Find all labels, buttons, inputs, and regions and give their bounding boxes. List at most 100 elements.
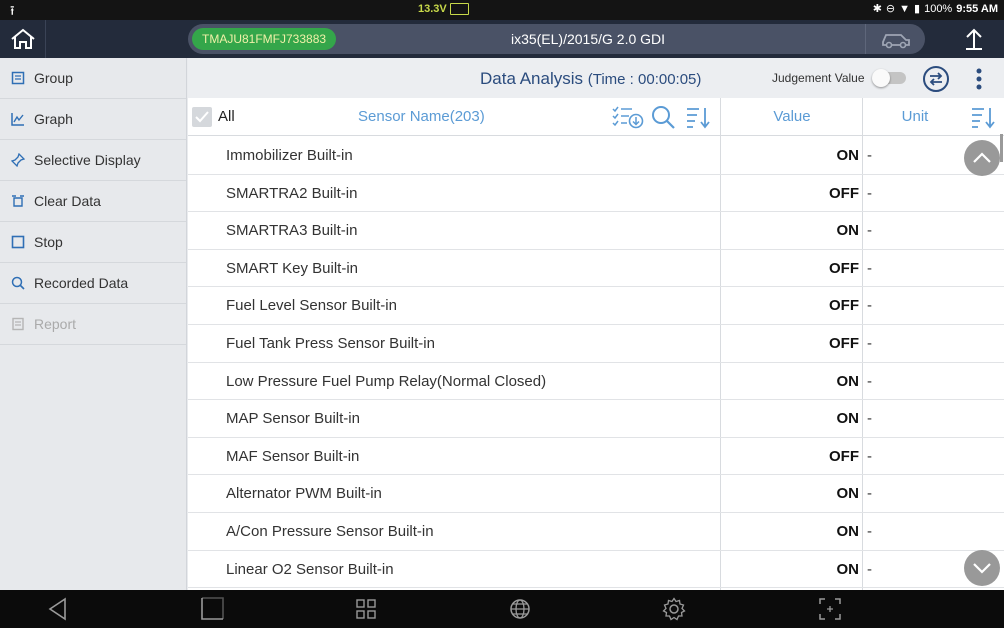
more-menu-button[interactable] <box>972 65 986 93</box>
sidebar-item-clear-data[interactable]: Clear Data <box>0 181 186 222</box>
wifi-icon: ▼ <box>899 3 911 15</box>
sidebar-item-label: Clear Data <box>34 193 101 209</box>
vehicle-select-button[interactable] <box>865 24 925 54</box>
grid-icon <box>356 599 376 619</box>
title-bar: TMAJU81FMFJ733883 ix35(EL)/2015/G 2.0 GD… <box>0 20 1004 58</box>
scroll-up-button[interactable] <box>964 140 1000 176</box>
sidebar-item-recorded-data[interactable]: Recorded Data <box>0 263 186 304</box>
judgement-value-toggle[interactable] <box>872 69 906 87</box>
sync-button[interactable] <box>922 65 950 93</box>
more-vertical-icon <box>976 68 982 90</box>
table-row[interactable]: Immobilizer Built-in ON - <box>188 137 1004 175</box>
sidebar-item-report[interactable]: Report <box>0 304 186 345</box>
recorded-icon <box>10 276 25 291</box>
table-row[interactable]: SMARTRA2 Built-in OFF - <box>188 175 1004 213</box>
car-icon <box>881 34 910 49</box>
data-analysis-panel: Data Analysis (Time : 00:00:05) Judgemen… <box>188 58 1004 590</box>
sensor-value: ON <box>836 522 860 540</box>
table-row[interactable]: MAP Sensor Built-in ON - <box>188 400 1004 438</box>
sensor-table-body: Immobilizer Built-in ON - SMARTRA2 Built-i… <box>188 137 1004 589</box>
sidebar-item-label: Selective Display <box>34 152 141 168</box>
sidebar-item-stop[interactable]: Stop <box>0 222 186 263</box>
sensor-unit: - <box>867 372 872 390</box>
table-header: All Sensor Name(203) Value Unit <box>188 98 1004 136</box>
toggle-knob <box>872 69 890 87</box>
sensor-value: OFF <box>829 447 859 465</box>
sidebar-item-graph[interactable]: Graph <box>0 99 186 140</box>
sensor-value: OFF <box>829 184 859 202</box>
table-row[interactable]: SMART Key Built-in OFF - <box>188 250 1004 288</box>
elapsed-time: (Time : 00:00:05) <box>587 71 702 88</box>
search-button[interactable] <box>651 105 677 129</box>
recent-apps-button[interactable] <box>198 596 226 622</box>
table-row[interactable]: Low Pressure Fuel Pump Relay(Normal Clos… <box>188 363 1004 401</box>
upload-arrow-icon <box>966 28 982 50</box>
checklist-download-icon <box>612 106 644 129</box>
scrollbar-thumb[interactable] <box>1000 134 1003 162</box>
export-button[interactable] <box>944 20 1004 58</box>
browser-button[interactable] <box>506 596 534 622</box>
table-row[interactable]: Alternator PWM Built-in ON - <box>188 475 1004 513</box>
search-icon <box>652 106 675 129</box>
sensor-name: Alternator PWM Built-in <box>226 485 382 503</box>
sensor-unit: - <box>867 297 872 315</box>
stop-icon <box>10 235 25 250</box>
sensor-unit: - <box>867 447 872 465</box>
back-icon <box>48 597 66 621</box>
home-button[interactable] <box>0 20 46 58</box>
app-root: ⭱ 13.3V ✱ ⊖ ▼ ▮ 100% 9:55 AM TMAJU81FMFJ… <box>0 0 1004 628</box>
sidebar-item-label: Graph <box>34 111 73 127</box>
table-row[interactable]: Fuel Level Sensor Built-in OFF - <box>188 287 1004 325</box>
sensor-name: Low Pressure Fuel Pump Relay(Normal Clos… <box>226 372 547 390</box>
sensor-name-header: Sensor Name(203) <box>358 108 485 125</box>
sidebar-item-group[interactable]: Group <box>0 58 186 99</box>
settings-button[interactable] <box>660 596 688 622</box>
clock: 9:55 AM <box>956 3 998 15</box>
pin-icon <box>10 153 25 168</box>
table-row[interactable]: Fuel Tank Press Sensor Built-in OFF - <box>188 325 1004 363</box>
sensor-value: OFF <box>829 334 859 352</box>
table-row[interactable]: SMARTRA3 Built-in ON - <box>188 212 1004 250</box>
table-row[interactable]: A/Con Pressure Sensor Built-in ON - <box>188 513 1004 551</box>
sensor-value: ON <box>836 372 860 390</box>
select-all-label: All <box>218 108 235 125</box>
select-list-button[interactable] <box>612 105 644 129</box>
sort-icon <box>972 108 995 129</box>
sidebar-item-label: Recorded Data <box>34 275 129 291</box>
do-not-disturb-icon: ⊖ <box>885 3 896 15</box>
apps-button[interactable] <box>352 596 380 622</box>
sensor-name: Fuel Level Sensor Built-in <box>226 297 397 315</box>
sensor-unit: - <box>867 334 872 352</box>
select-all-checkbox[interactable] <box>192 107 212 127</box>
judgement-value-label: Judgement Value <box>772 71 865 85</box>
sensor-value: ON <box>836 410 860 428</box>
sensor-name: Fuel Tank Press Sensor Built-in <box>226 334 435 352</box>
clear-icon <box>10 194 25 209</box>
back-button[interactable] <box>44 596 72 622</box>
sensor-name: Linear O2 Sensor Built-in <box>226 560 394 578</box>
page-title-text: Data Analysis <box>480 69 583 88</box>
sensor-value: OFF <box>829 297 859 315</box>
battery-voltage: 13.3V <box>418 3 447 15</box>
scroll-down-button[interactable] <box>964 550 1000 586</box>
battery-percent: 100% <box>924 3 953 15</box>
graph-icon <box>10 112 25 127</box>
sensor-unit: - <box>867 522 872 540</box>
sort-sensor-button[interactable] <box>685 105 711 129</box>
sidebar-item-label: Report <box>34 316 77 332</box>
gear-icon <box>662 597 686 621</box>
sensor-name: MAF Sensor Built-in <box>226 447 360 465</box>
chevron-down-icon <box>973 563 991 574</box>
sidebar-item-selective-display[interactable]: Selective Display <box>0 140 186 181</box>
sensor-name: SMARTRA2 Built-in <box>226 184 358 202</box>
table-row[interactable]: MAF Sensor Built-in OFF - <box>188 438 1004 476</box>
screenshot-button[interactable] <box>816 596 844 622</box>
page-title: Data Analysis (Time : 00:00:05) <box>480 58 701 101</box>
battery-icon: ▮ <box>914 3 921 15</box>
table-row[interactable]: Linear O2 Sensor Built-in ON - <box>188 551 1004 589</box>
sort-unit-button[interactable] <box>970 105 996 129</box>
sensor-name: SMART Key Built-in <box>226 259 358 277</box>
vin-badge: TMAJU81FMFJ733883 <box>192 28 337 50</box>
navigation-bar <box>0 590 1004 628</box>
car-battery-icon <box>450 3 469 15</box>
